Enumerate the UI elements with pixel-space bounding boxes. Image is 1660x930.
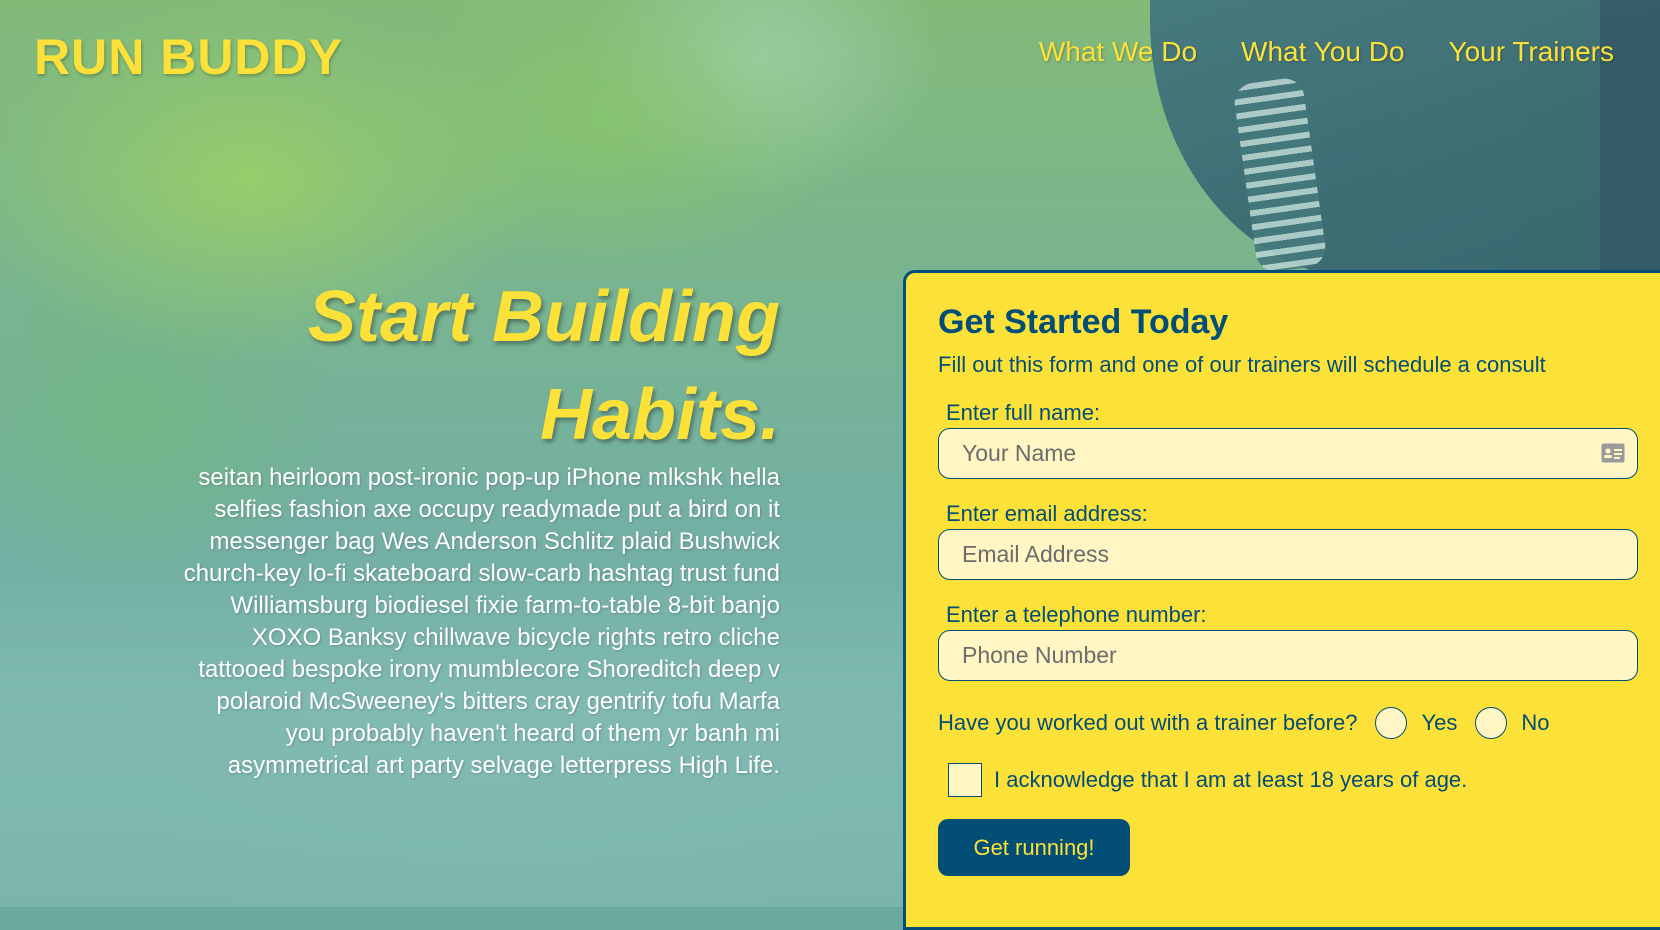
radio-option-no: No (1475, 707, 1549, 739)
main-nav: What We Do What You Do Your Trainers (1039, 36, 1614, 68)
name-field-wrapper (938, 428, 1638, 479)
form-subtitle: Fill out this form and one of our traine… (938, 352, 1546, 377)
email-label: Enter email address: (946, 501, 1148, 526)
site-logo[interactable]: RUN BUDDY (34, 28, 343, 86)
form-title: Get Started Today (938, 303, 1229, 341)
hero-body-text: seitan heirloom post-ironic pop-up iPhon… (183, 464, 780, 779)
radio-no[interactable] (1475, 707, 1508, 739)
nav-link-your-trainers[interactable]: Your Trainers (1449, 36, 1615, 68)
radio-option-yes: Yes (1375, 707, 1457, 739)
trainer-question-label: Have you worked out with a trainer befor… (938, 710, 1358, 735)
submit-button[interactable]: Get running! (938, 819, 1130, 876)
age-ack-label: I acknowledge that I am at least 18 year… (994, 767, 1468, 792)
phone-label: Enter a telephone number: (946, 602, 1207, 627)
radio-yes[interactable] (1375, 707, 1408, 739)
signup-form-card: Get Started Today Fill out this form and… (903, 270, 1660, 930)
phone-field-wrapper (938, 630, 1638, 681)
hero-title: Start Building Habits. (308, 277, 780, 455)
email-input[interactable] (939, 530, 1602, 578)
age-checkbox[interactable] (948, 763, 982, 797)
name-input[interactable] (939, 429, 1602, 477)
nav-link-what-we-do[interactable]: What We Do (1039, 36, 1197, 68)
email-field-wrapper (938, 529, 1638, 580)
name-label: Enter full name: (946, 400, 1101, 425)
phone-input[interactable] (939, 631, 1602, 679)
age-ack-row: I acknowledge that I am at least 18 year… (948, 763, 1653, 797)
nav-link-what-you-do[interactable]: What You Do (1241, 36, 1404, 68)
radio-no-label: No (1521, 710, 1550, 735)
radio-yes-label: Yes (1421, 710, 1458, 735)
contact-card-icon[interactable] (1601, 443, 1625, 463)
trainer-question-row: Have you worked out with a trainer befor… (938, 707, 1653, 739)
